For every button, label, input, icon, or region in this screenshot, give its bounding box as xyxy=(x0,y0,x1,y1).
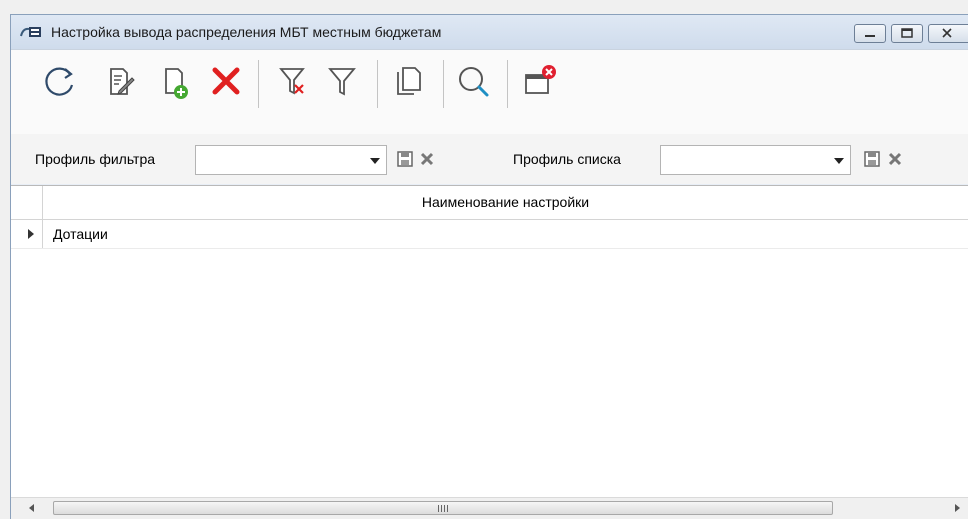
horizontal-scrollbar[interactable] xyxy=(11,497,968,519)
scrollbar-thumb[interactable] xyxy=(53,501,833,515)
toolbar xyxy=(11,49,968,135)
filter-profile-combo[interactable] xyxy=(195,145,387,175)
grid-header: Наименование настройки xyxy=(11,186,968,220)
toolbar-separator xyxy=(377,60,378,108)
delete-icon[interactable] xyxy=(206,61,246,101)
chevron-down-icon[interactable] xyxy=(370,158,380,164)
search-icon[interactable] xyxy=(453,61,493,101)
close-button[interactable] xyxy=(928,24,968,43)
window-title: Настройка вывода распределения МБТ местн… xyxy=(51,24,442,40)
data-grid: Наименование настройки Дотации xyxy=(11,185,968,519)
close-window-icon[interactable] xyxy=(520,61,560,101)
column-header-name[interactable]: Наименование настройки xyxy=(43,194,968,210)
toolbar-separator xyxy=(258,60,259,108)
list-profile-label: Профиль списка xyxy=(513,151,621,167)
table-row[interactable]: Дотации xyxy=(11,220,968,249)
main-window: Настройка вывода распределения МБТ местн… xyxy=(10,14,968,519)
scroll-right-icon[interactable] xyxy=(955,504,960,512)
row-indicator[interactable] xyxy=(11,220,43,248)
chevron-down-icon[interactable] xyxy=(834,158,844,164)
scroll-left-icon[interactable] xyxy=(29,504,34,512)
grip-icon xyxy=(438,505,448,512)
refresh-icon[interactable] xyxy=(39,61,79,101)
row-header-corner xyxy=(11,186,43,219)
save-icon[interactable] xyxy=(863,150,881,168)
remove-icon[interactable] xyxy=(886,150,904,168)
add-document-icon[interactable] xyxy=(154,61,194,101)
app-icon xyxy=(19,24,43,40)
toolbar-separator xyxy=(507,60,508,108)
minimize-button[interactable] xyxy=(854,24,886,43)
row-name-cell[interactable]: Дотации xyxy=(53,226,108,242)
toolbar-separator xyxy=(443,60,444,108)
filter-bar: Профиль фильтра Профиль списка xyxy=(11,134,968,184)
list-profile-combo[interactable] xyxy=(660,145,851,175)
copy-icon[interactable] xyxy=(389,61,429,101)
maximize-button[interactable] xyxy=(891,24,923,43)
save-icon[interactable] xyxy=(396,150,414,168)
clear-filter-icon[interactable] xyxy=(273,61,313,101)
expand-arrow-icon[interactable] xyxy=(28,229,34,239)
edit-document-icon[interactable] xyxy=(99,61,139,101)
remove-icon[interactable] xyxy=(418,150,436,168)
filter-icon[interactable] xyxy=(322,61,362,101)
filter-profile-label: Профиль фильтра xyxy=(35,151,156,167)
title-bar: Настройка вывода распределения МБТ местн… xyxy=(11,15,968,49)
